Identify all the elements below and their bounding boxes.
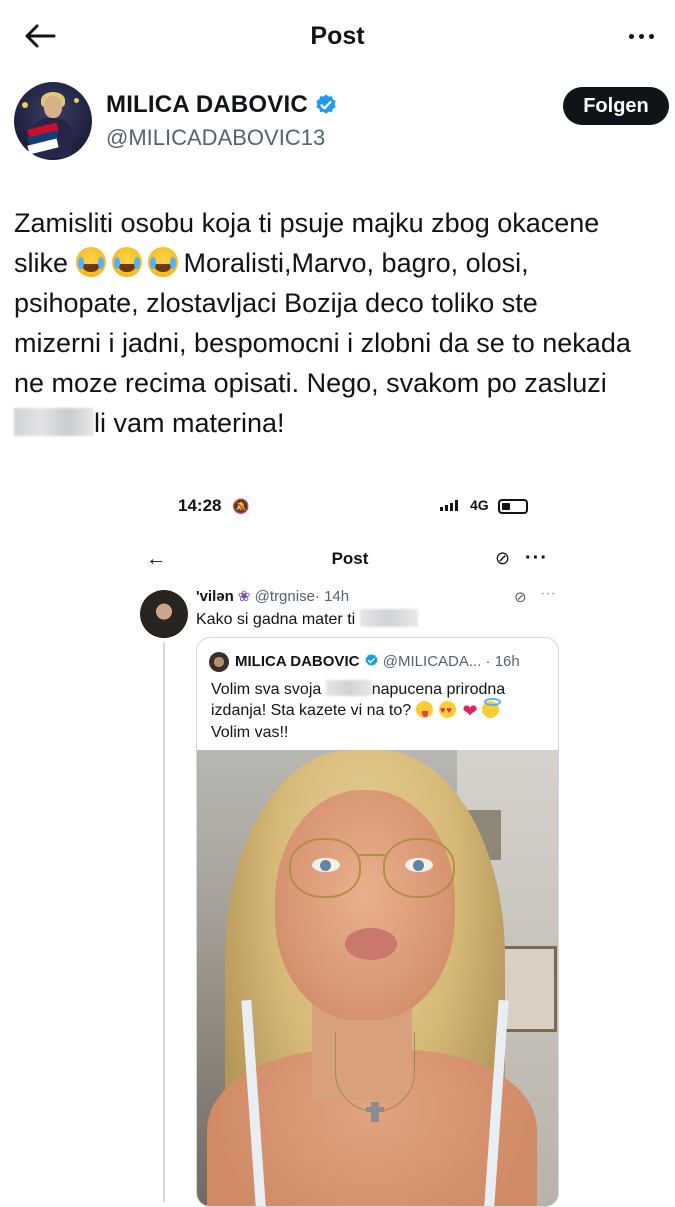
tongue-emoji-icon xyxy=(415,701,433,718)
tweet-line: li vam materina! xyxy=(94,408,285,438)
reply-text-content: Kako si gadna mater ti xyxy=(196,611,356,628)
battery-icon xyxy=(498,499,528,514)
reply-more-icon: ··· xyxy=(540,585,556,602)
quote-avatar xyxy=(209,652,229,672)
quote-header: MILICA DABOVIC @MILICADA... · 16h xyxy=(235,652,520,672)
signal-icon xyxy=(440,500,458,511)
muted-bell-icon: 🔕 xyxy=(232,498,250,514)
quote-text-part: napucena prirodna xyxy=(371,681,506,698)
laughing-emoji-icon xyxy=(75,247,106,277)
censored-word xyxy=(359,609,418,627)
follow-button[interactable]: Folgen xyxy=(563,87,669,125)
quote-name: MILICA DABOVIC xyxy=(235,653,360,670)
tweet-line: Moralisti,Marvo, bagro, olosi, xyxy=(183,248,529,278)
laughing-emoji-icon xyxy=(147,247,178,277)
reply-avatar xyxy=(140,590,188,638)
quote-text-part: izdanja! Sta kazete vi na to? xyxy=(211,702,412,719)
author-name[interactable]: MILICA DABOVIC xyxy=(106,90,338,120)
tweet-line: mizerni i jadni, bespomocni i zlobni da … xyxy=(14,328,631,358)
reply-handle: @trgnise xyxy=(254,588,315,605)
tweet-line: slike xyxy=(14,248,76,278)
network-type: 4G xyxy=(470,497,489,513)
embedded-status-bar: 14:28 🔕 4G xyxy=(140,492,560,522)
reply-header: 'vilən ❀ @trgnise· 14h xyxy=(196,588,349,606)
tweet-line: Zamisliti osobu koja ti psuje majku zbog… xyxy=(14,208,600,238)
status-time: 14:28 xyxy=(178,496,222,515)
red-heart-icon: ❤ xyxy=(462,701,478,721)
laughing-emoji-icon xyxy=(111,247,142,277)
quote-time: · 16h xyxy=(485,653,520,670)
halo-emoji-icon xyxy=(482,698,502,718)
quoted-tweet-card: MILICA DABOVIC @MILICADA... · 16h Volim … xyxy=(196,637,559,1207)
cross-pendant xyxy=(366,1102,384,1122)
quote-handle: @MILICADA... xyxy=(382,653,482,670)
embedded-nav-bar: ← Post ⊘ ··· xyxy=(140,545,560,575)
dot-icon xyxy=(638,33,644,39)
reply-name: 'vilən xyxy=(196,588,234,605)
thread-line xyxy=(163,642,165,1202)
reply-text: Kako si gadna mater ti xyxy=(196,609,418,630)
censored-word xyxy=(14,408,94,436)
author-name-text: MILICA DABOVIC xyxy=(106,91,308,118)
quote-text-part: Volim sva svoja xyxy=(211,681,322,698)
dot-icon xyxy=(628,33,634,39)
quote-photo[interactable] xyxy=(197,750,558,1206)
censored-word xyxy=(325,680,372,696)
dot-icon xyxy=(648,33,654,39)
quote-text: Volim sva svoja napucena prirodna izdanj… xyxy=(211,679,551,743)
tweet-text: Zamisliti osobu koja ti psuje majku zbog… xyxy=(14,203,675,443)
author-handle[interactable]: @MILICADABOVIC13 xyxy=(106,124,325,152)
heart-eyes-emoji-icon xyxy=(439,700,457,721)
tweet-line: ne moze recima opisati. Nego, svakom po … xyxy=(14,368,607,398)
page-title: Post xyxy=(310,22,365,50)
verified-badge-icon xyxy=(316,94,336,114)
verified-badge-icon xyxy=(365,653,378,666)
flower-emoji-icon: ❀ xyxy=(237,588,251,605)
quote-text-part: Volim vas!! xyxy=(211,724,289,741)
reply-time: · 14h xyxy=(314,588,350,605)
embedded-more-icon: ··· xyxy=(525,547,548,569)
reply-grok-icon: ⊘ xyxy=(514,589,527,606)
embedded-grok-icon: ⊘ xyxy=(495,548,511,568)
tweet-line: psihopate, zlostavljaci Bozija deco toli… xyxy=(14,288,538,318)
top-bar: Post xyxy=(0,0,675,72)
author-avatar[interactable] xyxy=(14,82,92,160)
more-options-button[interactable] xyxy=(621,22,661,50)
